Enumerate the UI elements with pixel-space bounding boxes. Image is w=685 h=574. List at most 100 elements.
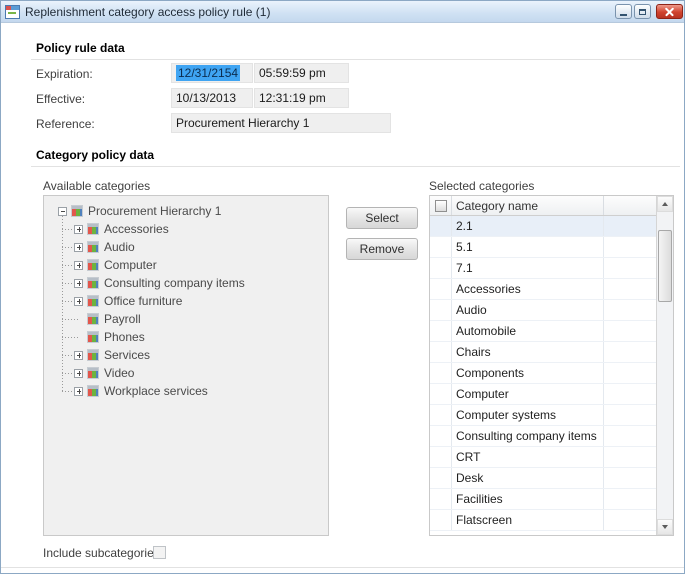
grid-row[interactable]: 7.1 [430, 258, 656, 279]
grid-row[interactable]: 5.1 [430, 237, 656, 258]
collapse-icon[interactable] [58, 207, 67, 216]
row-check-cell [430, 405, 452, 425]
category-icon [71, 205, 83, 217]
vertical-scrollbar[interactable] [656, 196, 673, 535]
tree-item[interactable]: Accessories [58, 220, 328, 238]
include-subcategories-checkbox[interactable] [153, 546, 166, 559]
arrow-up-icon [662, 202, 668, 206]
category-icon [87, 277, 99, 289]
effective-time-field[interactable]: 12:31:19 pm [254, 88, 349, 108]
category-name-cell: Automobile [452, 321, 604, 341]
maximize-icon [639, 9, 646, 15]
category-name-cell: Desk [452, 468, 604, 488]
tree-root-item[interactable]: Procurement Hierarchy 1 [58, 202, 328, 220]
tree-item[interactable]: Video [58, 364, 328, 382]
category-name-cell: Flatscreen [452, 510, 604, 530]
scrollbar-thumb[interactable] [658, 230, 672, 302]
tree-item-label: Office furniture [104, 294, 182, 308]
tree-item[interactable]: Services [58, 346, 328, 364]
tree-item[interactable]: Payroll [58, 310, 328, 328]
header-check-cell [430, 196, 452, 215]
tree-item-label: Services [104, 348, 150, 362]
minimize-icon [620, 14, 627, 16]
category-name-cell: 7.1 [452, 258, 604, 278]
grid-row[interactable]: Consulting company items [430, 426, 656, 447]
empty-cell [604, 237, 656, 257]
close-button[interactable] [656, 4, 683, 19]
category-name-cell: Facilities [452, 489, 604, 509]
tree-item[interactable]: Workplace services [58, 382, 328, 400]
grid-row[interactable]: Computer systems [430, 405, 656, 426]
effective-date-field[interactable]: 10/13/2013 [171, 88, 253, 108]
row-check-cell [430, 468, 452, 488]
grid-row[interactable]: 2.1 [430, 216, 656, 237]
category-name-cell: Accessories [452, 279, 604, 299]
grid-row[interactable]: Desk [430, 468, 656, 489]
empty-cell [604, 405, 656, 425]
minimize-button[interactable] [615, 4, 632, 19]
selected-categories-label: Selected categories [429, 179, 534, 193]
empty-cell [604, 426, 656, 446]
category-name-cell: Components [452, 363, 604, 383]
tree-item-label: Workplace services [104, 384, 208, 398]
row-check-cell [430, 342, 452, 362]
tree-item[interactable]: Audio [58, 238, 328, 256]
category-icon [87, 223, 99, 235]
window-title: Replenishment category access policy rul… [25, 5, 270, 19]
section-category-policy-data: Category policy data [36, 148, 154, 162]
empty-cell [604, 279, 656, 299]
empty-cell [604, 258, 656, 278]
expand-icon[interactable] [74, 261, 83, 270]
window-icon [5, 5, 20, 19]
grid-row[interactable]: Accessories [430, 279, 656, 300]
expand-icon[interactable] [74, 297, 83, 306]
category-icon [87, 313, 99, 325]
category-name-cell: 2.1 [452, 216, 604, 236]
grid-row[interactable]: Automobile [430, 321, 656, 342]
empty-cell [604, 489, 656, 509]
scroll-up-button[interactable] [657, 196, 673, 212]
reference-field[interactable]: Procurement Hierarchy 1 [171, 113, 391, 133]
category-name-column-header[interactable]: Category name [452, 196, 604, 215]
include-subcategories-label: Include subcategories: [43, 546, 163, 560]
select-all-checkbox[interactable] [435, 200, 447, 212]
row-check-cell [430, 447, 452, 467]
row-check-cell [430, 363, 452, 383]
expiration-time-field[interactable]: 05:59:59 pm [254, 63, 349, 83]
scrollbar-track[interactable] [657, 212, 673, 519]
expand-icon[interactable] [74, 225, 83, 234]
maximize-button[interactable] [634, 4, 651, 19]
grid-row[interactable]: Computer [430, 384, 656, 405]
grid-row[interactable]: Components [430, 363, 656, 384]
category-icon [87, 259, 99, 271]
grid-row[interactable]: Chairs [430, 342, 656, 363]
tree-item[interactable]: Office furniture [58, 292, 328, 310]
empty-cell [604, 363, 656, 383]
available-categories-label: Available categories [43, 179, 150, 193]
scroll-down-button[interactable] [657, 519, 673, 535]
expand-icon[interactable] [74, 387, 83, 396]
grid-row[interactable]: Audio [430, 300, 656, 321]
grid-row[interactable]: Facilities [430, 489, 656, 510]
expiration-date-field[interactable]: 12/31/2154 [171, 63, 253, 83]
expand-icon[interactable] [74, 369, 83, 378]
expand-icon[interactable] [74, 351, 83, 360]
empty-cell [604, 447, 656, 467]
expand-icon[interactable] [74, 279, 83, 288]
expand-icon[interactable] [74, 243, 83, 252]
select-button[interactable]: Select [346, 207, 418, 229]
row-check-cell [430, 510, 452, 530]
grid-row[interactable]: Flatscreen [430, 510, 656, 531]
tree-item[interactable]: Consulting company items [58, 274, 328, 292]
empty-cell [604, 321, 656, 341]
grid-body: 2.15.17.1AccessoriesAudioAutomobileChair… [430, 216, 656, 535]
grid-row[interactable]: CRT [430, 447, 656, 468]
remove-button[interactable]: Remove [346, 238, 418, 260]
category-name-cell: Computer [452, 384, 604, 404]
grid-header: Category name [430, 196, 656, 216]
empty-column-header [604, 196, 656, 215]
tree-item[interactable]: Computer [58, 256, 328, 274]
tree-item[interactable]: Phones [58, 328, 328, 346]
tree-item-label: Payroll [104, 312, 141, 326]
category-icon [87, 331, 99, 343]
